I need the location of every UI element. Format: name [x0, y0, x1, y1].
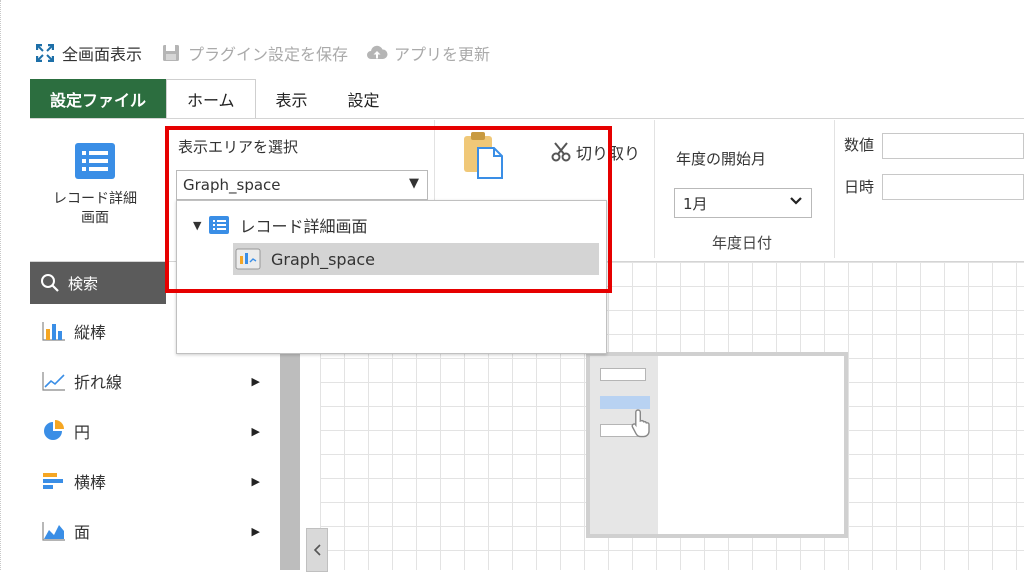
pie-chart-icon — [42, 420, 68, 442]
submenu-arrow-icon: ▶ — [251, 474, 260, 488]
update-app-label: アプリを更新 — [394, 45, 491, 64]
cloud-upload-icon — [366, 42, 388, 64]
save-plugin-button[interactable]: プラグイン設定を保存 — [160, 41, 348, 65]
line-chart-icon — [42, 370, 68, 392]
scissors-icon — [551, 142, 571, 162]
tab-view[interactable]: 表示 — [256, 79, 328, 119]
search-label: 検索 — [68, 274, 99, 293]
number-input[interactable] — [882, 133, 1024, 159]
top-toolbar: 全画面表示 プラグイン設定を保存 アプリを更新 — [34, 38, 508, 68]
area-dropdown-list: ▼ レコード詳細画面 Graph_space — [176, 200, 607, 354]
paste-button[interactable] — [460, 130, 504, 184]
left-border — [0, 0, 2, 570]
expand-arrow-icon: ▼ — [193, 218, 202, 232]
submenu-arrow-icon: ▶ — [251, 424, 260, 438]
fiscal-start-value: 1月 — [683, 194, 708, 213]
fiscal-start-select[interactable]: 1月 — [674, 188, 812, 218]
area-select-label: 表示エリアを選択 — [178, 138, 299, 156]
clipboard-icon — [464, 132, 503, 179]
area-chart-icon — [42, 520, 68, 542]
fiscal-group-label: 年度日付 — [712, 234, 773, 252]
tree-child-label: Graph_space — [271, 249, 376, 269]
chart-item-label: 円 — [74, 423, 91, 442]
chart-item-label: 折れ線 — [74, 373, 123, 392]
pointer-hand-icon — [631, 409, 650, 438]
chart-item-label: 横棒 — [74, 473, 107, 492]
submenu-arrow-icon: ▶ — [251, 524, 260, 538]
chart-item-area[interactable]: 面 ▶ — [30, 506, 280, 556]
chart-item-label: 縦棒 — [74, 323, 107, 342]
tree-root-label: レコード詳細画面 — [239, 217, 368, 236]
record-detail-label-1: レコード詳細 — [53, 191, 137, 207]
fullscreen-label: 全画面表示 — [62, 45, 143, 64]
placeholder-sidebar — [590, 356, 658, 534]
number-label: 数値 — [844, 136, 875, 154]
submenu-arrow-icon: ▶ — [251, 374, 260, 388]
tab-settings-file[interactable]: 設定ファイル — [30, 79, 166, 119]
cut-label: 切り取り — [576, 144, 641, 163]
list-icon — [209, 216, 230, 234]
area-select[interactable]: Graph_space ▼ — [176, 170, 428, 200]
tree-item-graph-space[interactable]: Graph_space — [233, 243, 599, 275]
chart-item-line[interactable]: 折れ線 ▶ — [30, 356, 280, 406]
datetime-label: 日時 — [844, 178, 875, 196]
save-icon — [160, 42, 182, 64]
chart-item-label: 面 — [74, 523, 91, 542]
area-select-value: Graph_space — [183, 176, 281, 194]
chevron-down-icon — [789, 194, 803, 212]
save-plugin-label: プラグイン設定を保存 — [188, 45, 349, 64]
tree-item-record-detail[interactable]: ▼ レコード詳細画面 — [193, 213, 367, 237]
expand-icon — [34, 42, 56, 64]
vertical-bar-chart-icon — [42, 320, 68, 342]
collapse-panel-button[interactable] — [306, 528, 328, 572]
chevron-left-icon — [313, 544, 321, 556]
cut-button[interactable]: 切り取り — [550, 140, 640, 164]
chart-item-pie[interactable]: 円 ▶ — [30, 406, 280, 456]
ribbon-tabs: 設定ファイル ホーム 表示 設定 — [30, 79, 400, 119]
dropdown-arrow-icon: ▼ — [409, 176, 419, 191]
datetime-input[interactable] — [882, 174, 1024, 200]
chart-space-icon — [235, 248, 261, 270]
placeholder-illustration — [586, 352, 848, 538]
ribbon-separator — [654, 120, 655, 258]
fiscal-start-label: 年度の開始月 — [676, 150, 767, 168]
horizontal-bar-chart-icon — [42, 470, 68, 492]
tab-settings[interactable]: 設定 — [328, 79, 400, 119]
tab-home[interactable]: ホーム — [166, 79, 256, 119]
search-button[interactable]: 検索 — [30, 262, 166, 304]
search-icon — [41, 274, 59, 292]
ribbon-separator — [834, 120, 835, 258]
record-detail-label-2: 画面 — [81, 210, 109, 226]
record-detail-button[interactable]: レコード詳細 画面 — [30, 120, 160, 258]
placeholder-bar — [600, 368, 646, 381]
fullscreen-button[interactable]: 全画面表示 — [34, 41, 142, 65]
chart-item-horizontal-bar[interactable]: 横棒 ▶ — [30, 456, 280, 506]
list-icon — [30, 142, 160, 184]
update-app-button[interactable]: アプリを更新 — [366, 41, 490, 65]
